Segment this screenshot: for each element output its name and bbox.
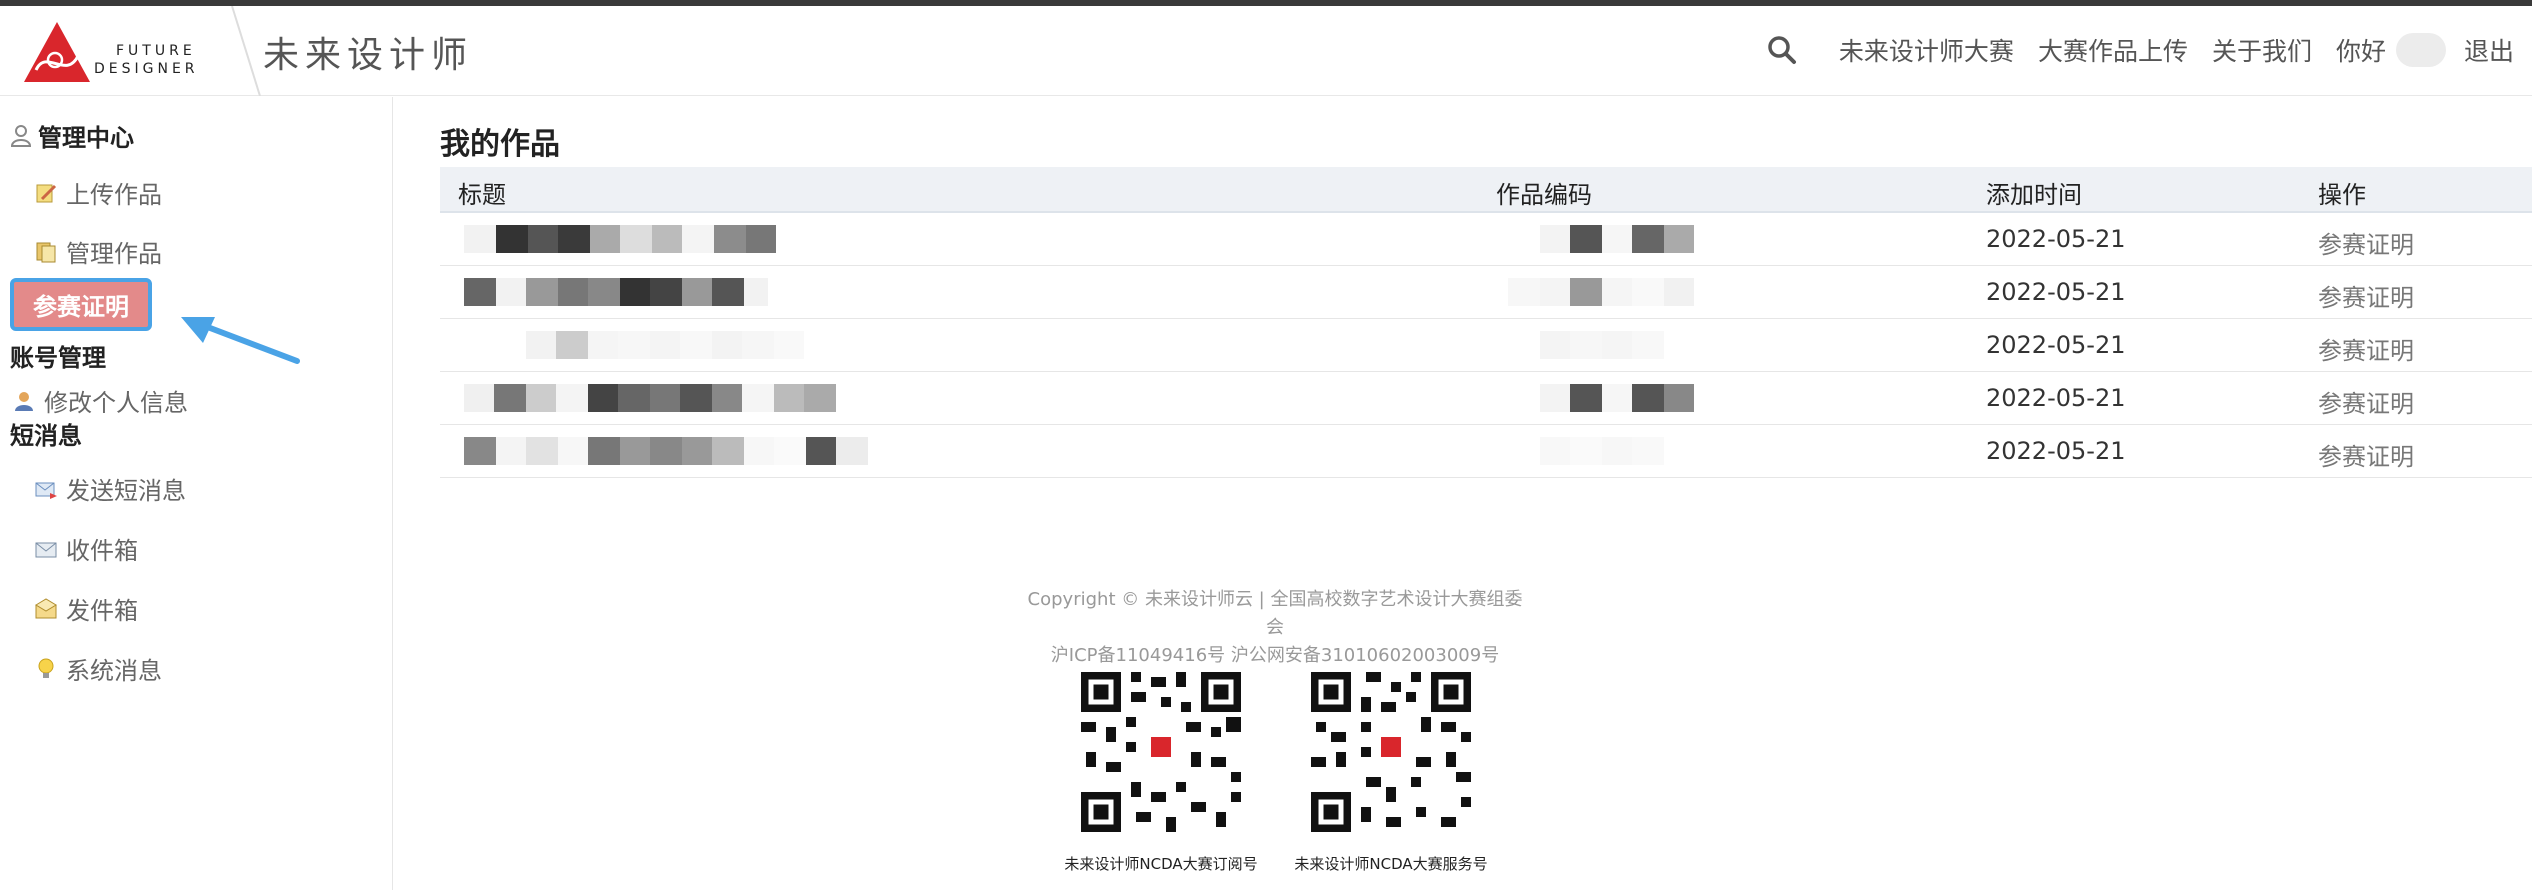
table-row: 2022-05-21 参赛证明 (440, 266, 2532, 319)
sidebar-item-certificate[interactable]: 参赛证明 (10, 278, 152, 331)
row-date: 2022-05-21 (1986, 384, 2126, 412)
sidebar-item-system-message-label: 系统消息 (66, 657, 162, 685)
redacted-code (1540, 331, 1664, 359)
table-row: 2022-05-21 参赛证明 (440, 319, 2532, 372)
redacted-title (464, 225, 776, 253)
sidebar-item-certificate-label: 参赛证明 (33, 293, 129, 321)
sidebar-item-send-message[interactable]: 发送短消息 (34, 471, 186, 506)
redacted-code (1540, 384, 1694, 412)
column-header-action: 操作 (2318, 181, 2366, 209)
redacted-title (464, 437, 868, 465)
sidebar-item-send-message-label: 发送短消息 (66, 477, 186, 505)
annotation-arrow-icon (181, 317, 300, 364)
header: FUTURE DESIGNER 未来设计师 未来设计师大赛 大赛作品上传 关于我… (0, 6, 2532, 96)
documents-icon (36, 242, 56, 262)
avatar[interactable] (2395, 33, 2446, 67)
row-certificate-link[interactable]: 参赛证明 (2318, 384, 2414, 419)
edit-note-icon (36, 184, 57, 202)
inbox-icon (35, 542, 57, 557)
sidebar-section-messages: 短消息 (10, 422, 82, 450)
sidebar-item-manage-label: 管理作品 (66, 240, 162, 268)
nav-upload-link[interactable]: 大赛作品上传 (2038, 32, 2188, 68)
sidebar: 管理中心 上传作品 管理作品 参赛证明 账号管理 修改个人信息 短消息 发送短消… (0, 97, 393, 890)
column-header-date: 添加时间 (1986, 181, 2082, 209)
sidebar-item-system-message[interactable]: 系统消息 (34, 651, 162, 686)
redacted-title (526, 331, 804, 359)
top-nav: 未来设计师大赛 大赛作品上传 关于我们 你好 退出 (1765, 32, 2514, 68)
send-mail-icon (35, 482, 57, 499)
sidebar-item-manage[interactable]: 管理作品 (34, 234, 162, 269)
lightbulb-icon (38, 658, 54, 678)
footer-icp: 沪ICP备11049416号 沪公网安备31010602003009号 (1050, 645, 1500, 666)
qr-caption-service: 未来设计师NCDA大赛服务号 (1294, 855, 1488, 873)
row-date: 2022-05-21 (1986, 331, 2126, 359)
logo-text: FUTURE DESIGNER (94, 42, 199, 78)
outbox-icon (35, 597, 57, 618)
sidebar-item-inbox-label: 收件箱 (66, 537, 138, 565)
user-edit-icon (15, 391, 33, 411)
redacted-code (1540, 225, 1694, 253)
nav-competition-link[interactable]: 未来设计师大赛 (1839, 32, 2014, 68)
table-row: 2022-05-21 参赛证明 (440, 425, 2532, 478)
footer-copyright: Copyright © 未来设计师云 | 全国高校数字艺术设计大赛组委会 (1027, 589, 1523, 638)
footer: Copyright © 未来设计师云 | 全国高校数字艺术设计大赛组委会 沪IC… (1020, 586, 1530, 670)
sidebar-item-upload-label: 上传作品 (66, 181, 162, 209)
page-title: 我的作品 (440, 127, 560, 162)
sidebar-item-outbox-label: 发件箱 (66, 597, 138, 625)
site-title: 未来设计师 (263, 35, 474, 76)
row-certificate-link[interactable]: 参赛证明 (2318, 437, 2414, 472)
search-icon[interactable] (1765, 33, 1799, 67)
row-date: 2022-05-21 (1986, 278, 2126, 306)
sidebar-section-admin-label: 管理中心 (38, 124, 134, 152)
redacted-code (1508, 278, 1694, 306)
sidebar-item-profile[interactable]: 修改个人信息 (12, 383, 188, 418)
logo-text-line1: FUTURE (116, 43, 196, 59)
sidebar-item-upload[interactable]: 上传作品 (34, 175, 162, 210)
sidebar-item-inbox[interactable]: 收件箱 (34, 531, 138, 566)
row-date: 2022-05-21 (1986, 437, 2126, 465)
redacted-title (464, 278, 768, 306)
table-row: 2022-05-21 参赛证明 (440, 213, 2532, 266)
row-certificate-link[interactable]: 参赛证明 (2318, 278, 2414, 313)
row-certificate-link[interactable]: 参赛证明 (2318, 331, 2414, 366)
qr-code-subscription-icon (1076, 667, 1246, 837)
row-date: 2022-05-21 (1986, 225, 2126, 253)
user-admin-icon (10, 124, 32, 147)
table-row: 2022-05-21 参赛证明 (440, 372, 2532, 425)
logo-text-line2: DESIGNER (94, 61, 199, 77)
logout-link[interactable]: 退出 (2464, 32, 2514, 68)
nav-greeting: 你好 (2335, 37, 2386, 66)
redacted-title (464, 384, 836, 412)
qr-caption-subscription: 未来设计师NCDA大赛订阅号 (1064, 855, 1258, 873)
works-table: 标题 作品编码 添加时间 操作 2022-05-21 参赛证明 2022-05- (440, 167, 2532, 478)
sidebar-item-outbox[interactable]: 发件箱 (34, 591, 138, 626)
redacted-code (1540, 437, 1664, 465)
column-header-code: 作品编码 (1496, 181, 1592, 209)
nav-about-link[interactable]: 关于我们 (2212, 32, 2312, 68)
column-header-title: 标题 (458, 181, 506, 209)
logo-mark-icon (24, 22, 90, 82)
row-certificate-link[interactable]: 参赛证明 (2318, 225, 2414, 260)
qr-code-service-icon (1306, 667, 1476, 837)
sidebar-section-admin: 管理中心 (10, 118, 134, 153)
sidebar-section-account: 账号管理 (10, 344, 106, 372)
logo[interactable]: FUTURE DESIGNER (22, 20, 222, 86)
sidebar-item-profile-label: 修改个人信息 (44, 389, 188, 417)
table-header: 标题 作品编码 添加时间 操作 (440, 167, 2532, 213)
